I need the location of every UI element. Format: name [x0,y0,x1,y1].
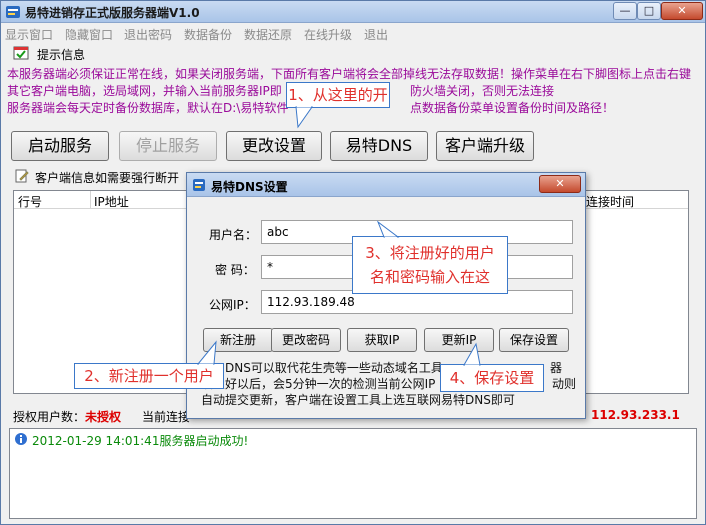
dialog-close-button[interactable]: ✕ [539,175,581,193]
column-ip-address[interactable]: IP地址 [94,193,129,210]
app-icon [6,6,20,18]
callout-step-1-pointer [295,105,313,129]
minimize-button[interactable]: — [613,2,637,20]
licensed-users-status: 授权用户数：未授权 [13,410,122,424]
stop-service-button[interactable]: 停止服务 [119,131,217,161]
menu-exit-password[interactable]: 退出密码 [124,26,172,43]
password-label: 密 码： [215,263,255,277]
change-settings-button[interactable]: 更改设置 [226,131,322,161]
column-connect-time[interactable]: 连接时间 [586,193,634,210]
info-icon [15,433,27,445]
callout-step-4-pointer [463,342,481,367]
notice-line-2b: 防火墙关闭，否则无法连接 [410,84,555,98]
server-ip-value: 112.93.233.1 [591,408,680,422]
username-label: 用户名： [209,228,258,242]
log-entry: 2012-01-29 14:01:41服务器启动成功! [32,434,249,448]
callout-step-2: 2、新注册一个用户 [74,363,224,389]
callout-step-2-pointer [196,340,217,366]
menu-show-window[interactable]: 显示窗口 [5,26,53,43]
start-service-button[interactable]: 启动服务 [11,131,109,161]
callout-step-1: 1、从这里的开 [286,82,390,108]
close-button[interactable]: ✕ [661,2,703,20]
app-icon [193,179,205,191]
column-row-no[interactable]: 行号 [18,193,42,210]
menu-hide-window[interactable]: 隐藏窗口 [65,26,113,43]
calendar-icon [13,46,29,60]
notice-line-3a: 服务器端会每天定时备份数据库，默认在D:\易特软件 [7,101,289,115]
notice-line-3b: 点数据备份菜单设置备份时间及路径！ [410,101,615,115]
public-ip-label: 公网IP： [209,298,256,312]
save-settings-button[interactable]: 保存设置 [499,328,569,352]
menu-bar: 显示窗口 隐藏窗口 退出密码 数据备份 数据还原 在线升级 退出 [1,23,705,43]
licensed-value: 未授权 [85,410,122,424]
log-panel[interactable]: 2012-01-29 14:01:41服务器启动成功! [9,428,697,519]
callout-step-4: 4、保存设置 [440,364,544,392]
notice-line-2a: 其它客户端电脑，选局域网，并输入当前服务器IP即 [7,84,282,98]
yite-dns-button[interactable]: 易特DNS [330,131,428,161]
get-ip-button[interactable]: 获取IP [347,328,417,352]
callout-step-3-pointer [376,220,400,239]
menu-data-backup[interactable]: 数据备份 [184,26,232,43]
window-title: 易特进销存正式版服务器端V1.0 [25,6,200,20]
change-password-button[interactable]: 更改密码 [271,328,341,352]
dialog-title-bar: 易特DNS设置 ✕ [187,173,585,197]
notice-label: 提示信息 [13,44,93,62]
callout-step-3: 3、将注册好的用户 名和密码输入在这 [352,236,508,294]
connected-label: 当前连接 [142,410,191,424]
menu-exit[interactable]: 退出 [364,26,388,43]
client-upgrade-button[interactable]: 客户端升级 [436,131,534,161]
maximize-button[interactable]: □ [637,2,661,20]
dialog-title: 易特DNS设置 [211,180,288,194]
menu-data-restore[interactable]: 数据还原 [244,26,292,43]
edit-icon [15,169,29,183]
menu-online-upgrade[interactable]: 在线升级 [304,26,352,43]
title-bar: 易特进销存正式版服务器端V1.0 — □ ✕ [1,1,705,23]
notice-line-1: 本服务器端必须保证正常在线，如果关闭服务端，下面所有客户端将会全部掉线无法存取数… [7,67,692,81]
